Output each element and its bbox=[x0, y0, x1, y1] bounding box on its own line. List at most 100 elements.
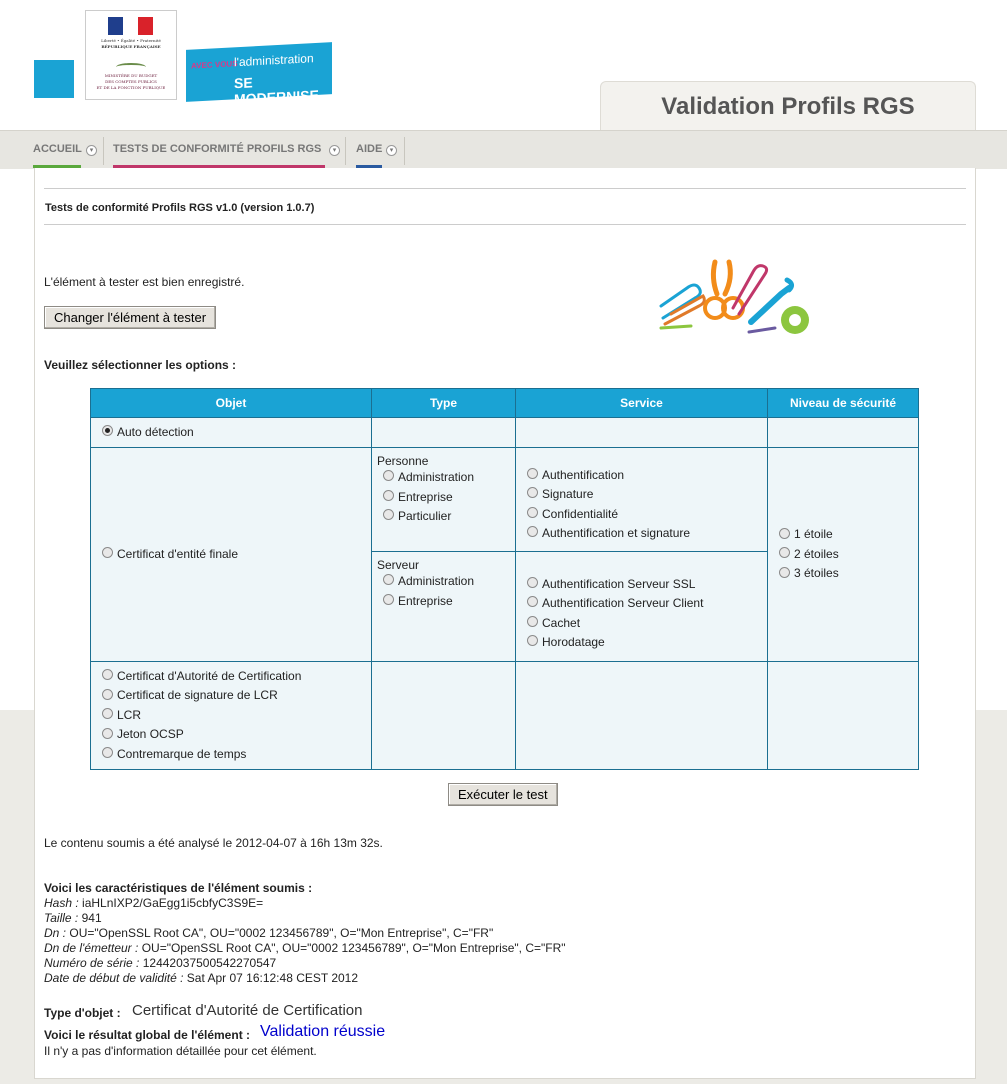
nav-tests-conformite[interactable]: TESTS DE CONFORMITÉ PROFILS RGS ▾ bbox=[113, 131, 340, 169]
option-label: Entreprise bbox=[398, 593, 453, 608]
radio-option-auto-detect[interactable]: Auto détection bbox=[102, 423, 371, 443]
char-label: Hash bbox=[44, 896, 73, 910]
radio-option-serveur-administration[interactable]: Administration bbox=[383, 572, 515, 592]
main-nav: ACCUEIL ▾ TESTS DE CONFORMITÉ PROFILS RG… bbox=[0, 130, 1007, 169]
radio-option-jeton-ocsp[interactable]: Jeton OCSP bbox=[102, 725, 371, 745]
option-label: Entreprise bbox=[398, 489, 453, 504]
char-hash: Hash : iaHLnIXP2/GaEgg1i5cbfyC3S9E= bbox=[44, 896, 264, 910]
radio-button[interactable] bbox=[102, 669, 113, 681]
radio-button[interactable] bbox=[102, 547, 113, 559]
col-header-service: Service bbox=[515, 388, 768, 418]
modernise-prefix: AVEC VOUS bbox=[191, 59, 238, 71]
radio-button[interactable] bbox=[383, 574, 394, 586]
radio-button[interactable] bbox=[383, 470, 394, 482]
radio-option-horodatage[interactable]: Horodatage bbox=[527, 633, 767, 653]
option-label: Administration bbox=[398, 470, 475, 484]
section-title: Tests de conformité Profils RGS v1.0 (ve… bbox=[45, 202, 315, 214]
radio-button[interactable] bbox=[102, 688, 113, 700]
chevron-down-icon: ▾ bbox=[386, 145, 397, 156]
radio-button[interactable] bbox=[527, 596, 538, 608]
radio-option-authentification[interactable]: Authentification bbox=[527, 466, 767, 486]
nav-separator bbox=[345, 137, 346, 165]
col-header-type: Type bbox=[371, 388, 516, 418]
radio-option-auth-et-signature[interactable]: Authentification et signature bbox=[527, 524, 767, 544]
radio-option-serveur-entreprise[interactable]: Entreprise bbox=[383, 592, 515, 612]
ministry-line-1: MINISTÈRE DU BUDGET bbox=[104, 73, 158, 78]
radio-option-personne-entreprise[interactable]: Entreprise bbox=[383, 488, 515, 508]
cell-type-personne: Personne Administration Entreprise Parti… bbox=[371, 447, 516, 552]
marianne-rf: RÉPUBLIQUE FRANÇAISE bbox=[101, 44, 161, 49]
radio-button[interactable] bbox=[102, 747, 113, 759]
radio-button[interactable] bbox=[527, 526, 538, 538]
radio-option-signature[interactable]: Signature bbox=[527, 485, 767, 505]
table-cell bbox=[371, 417, 516, 448]
options-table: Objet Type Service Niveau de sécurité Au… bbox=[90, 388, 919, 770]
radio-button[interactable] bbox=[527, 576, 538, 588]
ministry-line-2: DES COMPTES PUBLICS bbox=[105, 79, 157, 84]
table-cell bbox=[767, 417, 919, 448]
radio-button[interactable] bbox=[779, 566, 790, 578]
char-numero-serie: Numéro de série : 12442037500542270547 bbox=[44, 956, 277, 970]
cell-type-serveur: Serveur Administration Entreprise bbox=[371, 551, 516, 662]
radio-option-cert-signature-lcr[interactable]: Certificat de signature de LCR bbox=[102, 686, 371, 706]
radio-option-1-etoile[interactable]: 1 étoile bbox=[779, 525, 918, 545]
option-label: 3 étoiles bbox=[794, 566, 839, 581]
radio-button[interactable] bbox=[527, 506, 538, 518]
radio-button[interactable] bbox=[527, 615, 538, 627]
chevron-down-icon: ▾ bbox=[86, 145, 97, 156]
option-label: Authentification bbox=[542, 467, 625, 482]
option-label: LCR bbox=[117, 707, 142, 722]
paperclip-tools-illustration bbox=[659, 259, 809, 334]
radio-option-personne-administration[interactable]: Administration bbox=[383, 468, 515, 488]
options-label: Veuillez sélectionner les options : bbox=[44, 358, 237, 372]
change-element-button[interactable]: Changer l'élément à tester bbox=[44, 306, 217, 329]
radio-button[interactable] bbox=[779, 547, 790, 559]
nav-aide[interactable]: AIDE ▾ bbox=[356, 131, 398, 169]
radio-option-2-etoiles[interactable]: 2 étoiles bbox=[779, 545, 918, 565]
radio-option-cachet[interactable]: Cachet bbox=[527, 614, 767, 634]
char-label: Taille bbox=[44, 911, 72, 925]
radio-button[interactable] bbox=[383, 509, 394, 521]
radio-option-cert-autorite[interactable]: Certificat d'Autorité de Certification bbox=[102, 667, 371, 687]
char-value: Sat Apr 07 16:12:48 CEST 2012 bbox=[186, 971, 359, 985]
radio-option-personne-particulier[interactable]: Particulier bbox=[383, 507, 515, 527]
radio-option-contremarque[interactable]: Contremarque de temps bbox=[102, 745, 371, 765]
object-type-label: Type d'objet : bbox=[44, 1006, 121, 1020]
char-dn: Dn : OU="OpenSSL Root CA", OU="0002 1234… bbox=[44, 926, 494, 940]
radio-button[interactable] bbox=[102, 425, 113, 437]
col-header-niveau: Niveau de sécurité bbox=[767, 388, 919, 418]
char-taille: Taille : 941 bbox=[44, 911, 102, 925]
radio-option-entite-finale[interactable]: Certificat d'entité finale bbox=[102, 545, 371, 565]
radio-button[interactable] bbox=[527, 487, 538, 499]
radio-button[interactable] bbox=[102, 708, 113, 720]
char-label: Dn de l'émetteur bbox=[44, 941, 132, 955]
cell-service-serveur: Authentification Serveur SSL Authentific… bbox=[515, 551, 768, 662]
execute-test-button[interactable]: Exécuter le test bbox=[448, 783, 558, 806]
option-label: Cachet bbox=[542, 615, 581, 630]
radio-button[interactable] bbox=[383, 489, 394, 501]
chevron-down-icon: ▾ bbox=[329, 145, 340, 156]
radio-button[interactable] bbox=[383, 593, 394, 605]
radio-button[interactable] bbox=[779, 527, 790, 539]
radio-button[interactable] bbox=[527, 467, 538, 479]
radio-option-auth-serveur-ssl[interactable]: Authentification Serveur SSL bbox=[527, 575, 767, 595]
no-detail-message: Il n'y a pas d'information détaillée pou… bbox=[44, 1044, 317, 1058]
radio-button[interactable] bbox=[102, 727, 113, 739]
french-flag-icon bbox=[108, 17, 154, 35]
radio-option-3-etoiles[interactable]: 3 étoiles bbox=[779, 564, 918, 584]
option-label: Certificat d'entité finale bbox=[117, 546, 239, 561]
option-label: 2 étoiles bbox=[794, 546, 839, 561]
char-label: Dn bbox=[44, 926, 60, 940]
table-cell bbox=[515, 661, 768, 770]
nav-accueil[interactable]: ACCUEIL ▾ bbox=[33, 131, 97, 169]
nav-aide-label: AIDE bbox=[356, 143, 383, 155]
app-title-tab: Validation Profils RGS bbox=[600, 81, 976, 131]
radio-option-auth-serveur-client[interactable]: Authentification Serveur Client bbox=[527, 594, 767, 614]
radio-button[interactable] bbox=[527, 635, 538, 647]
radio-option-confidentialite[interactable]: Confidentialité bbox=[527, 505, 767, 525]
table-cell bbox=[371, 661, 516, 770]
global-result-label: Voici le résultat global de l'élément : bbox=[44, 1028, 251, 1042]
marianne-logo: Liberté • Égalité • Fraternité RÉPUBLIQU… bbox=[85, 10, 177, 100]
cell-other-objects: Certificat d'Autorité de Certification C… bbox=[90, 661, 372, 770]
radio-option-lcr[interactable]: LCR bbox=[102, 706, 371, 726]
